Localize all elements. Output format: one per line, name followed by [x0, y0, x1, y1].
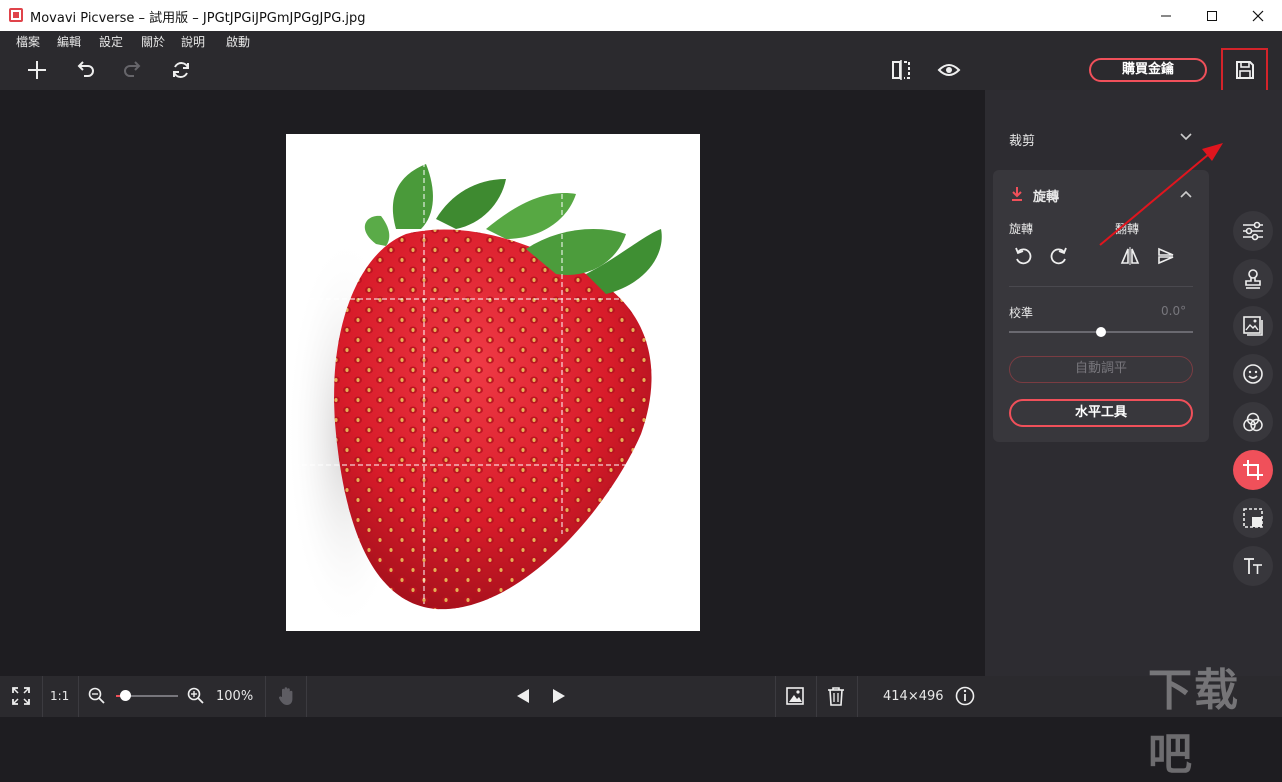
zoom-out-button[interactable] — [82, 681, 112, 711]
minimize-button[interactable] — [1143, 0, 1189, 31]
undo-icon — [77, 61, 94, 77]
calibrate-value: 0.0° — [1161, 304, 1187, 318]
crop-section-title[interactable]: 裁剪 — [1009, 130, 1035, 149]
divider — [78, 676, 79, 717]
select-tool-button[interactable] — [1233, 498, 1273, 538]
crop-frame[interactable] — [286, 134, 700, 631]
divider — [42, 676, 43, 717]
maximize-button[interactable] — [1189, 0, 1235, 31]
divider — [1009, 286, 1193, 287]
zoom-in-icon — [187, 687, 204, 704]
menu-activate[interactable]: 啟動 — [226, 33, 250, 50]
close-button[interactable] — [1235, 0, 1281, 31]
redo-button[interactable] — [118, 55, 148, 85]
menu-edit[interactable]: 編輯 — [57, 33, 81, 50]
color-circles-icon — [1243, 412, 1263, 432]
adjust-tool-button[interactable] — [1233, 211, 1273, 251]
reset-button[interactable] — [166, 55, 196, 85]
close-icon — [1252, 10, 1264, 21]
split-compare-icon — [892, 60, 910, 80]
level-tool-button[interactable]: 水平工具 — [1009, 399, 1193, 427]
rotate-left-button[interactable] — [1008, 241, 1038, 271]
open-image-button[interactable] — [780, 681, 810, 711]
triangle-right-icon — [553, 689, 565, 703]
zoom-out-icon — [88, 687, 105, 704]
pan-hand-button[interactable] — [271, 681, 301, 711]
zoom-in-button[interactable] — [181, 681, 211, 711]
expand-icon — [12, 687, 30, 705]
rotate-right-button[interactable] — [1044, 241, 1074, 271]
info-icon — [955, 686, 975, 706]
crop-tool-button[interactable] — [1233, 450, 1273, 490]
zoom-value: 100% — [216, 689, 254, 704]
sliders-icon — [1243, 221, 1263, 241]
ratio-button[interactable]: 1:1 — [50, 689, 69, 703]
eye-icon — [937, 64, 961, 76]
text-tool-button[interactable] — [1233, 546, 1273, 586]
menu-bar: 檔案 編輯 設定 關於 說明 啟動 — [0, 31, 1282, 50]
effects-tool-button[interactable] — [1233, 402, 1273, 442]
buy-key-button[interactable]: 購買金鑰 — [1089, 58, 1207, 82]
image-size: 414×496 — [883, 689, 944, 704]
rotate-section-title[interactable]: 旋轉 — [1033, 186, 1059, 205]
title-bar: Movavi Picverse – 試用版 – JPGtJPGiJPGmJPGg… — [0, 0, 1282, 31]
divider — [775, 676, 776, 717]
compare-button[interactable] — [886, 55, 916, 85]
calibrate-label: 校準 — [1009, 306, 1034, 320]
refresh-icon — [173, 62, 189, 78]
image-icon — [786, 687, 804, 705]
zoom-slider-knob[interactable] — [120, 690, 131, 701]
menu-settings[interactable]: 設定 — [99, 33, 123, 50]
redo-icon — [124, 61, 141, 77]
rotate-left-icon — [1015, 247, 1032, 265]
divider — [306, 676, 307, 717]
previous-image-button[interactable] — [508, 681, 538, 711]
delete-button[interactable] — [821, 681, 851, 711]
auto-level-button[interactable]: 自動調平 — [1009, 356, 1193, 383]
image-tool-button[interactable] — [1233, 306, 1273, 346]
divider — [816, 676, 817, 717]
next-image-button[interactable] — [544, 681, 574, 711]
text-icon — [1244, 558, 1262, 574]
window-title: Movavi Picverse – 試用版 – JPGtJPGiJPGmJPGg… — [30, 11, 366, 26]
preview-button[interactable] — [934, 55, 964, 85]
trash-icon — [828, 687, 844, 706]
triangle-left-icon — [517, 689, 529, 703]
menu-help[interactable]: 說明 — [181, 33, 205, 50]
rotate-right-icon — [1050, 247, 1067, 265]
calibrate-slider-knob[interactable] — [1096, 327, 1106, 337]
plus-icon — [28, 61, 46, 79]
undo-button[interactable] — [70, 55, 100, 85]
hand-icon — [278, 687, 293, 705]
rotate-label: 旋轉 — [1009, 222, 1034, 236]
info-button[interactable] — [950, 681, 980, 711]
image-layers-icon — [1243, 316, 1263, 336]
minimize-icon — [1161, 15, 1171, 16]
add-button[interactable] — [22, 55, 52, 85]
watermark-logo: 下载吧 — [1148, 665, 1240, 780]
stamp-icon — [1245, 269, 1261, 289]
divider — [265, 676, 266, 717]
menu-about[interactable]: 關於 — [141, 33, 165, 50]
selection-icon — [1243, 508, 1263, 528]
maximize-icon — [1207, 10, 1217, 21]
fit-screen-button[interactable] — [6, 681, 36, 711]
download-icon — [1012, 187, 1022, 201]
divider — [857, 676, 858, 717]
crop-icon — [1243, 460, 1263, 480]
app-logo-icon — [9, 8, 23, 22]
menu-file[interactable]: 檔案 — [16, 33, 40, 50]
smiley-icon — [1243, 364, 1263, 384]
annotation-arrow — [1099, 143, 1223, 246]
face-tool-button[interactable] — [1233, 354, 1273, 394]
stamp-tool-button[interactable] — [1233, 259, 1273, 299]
